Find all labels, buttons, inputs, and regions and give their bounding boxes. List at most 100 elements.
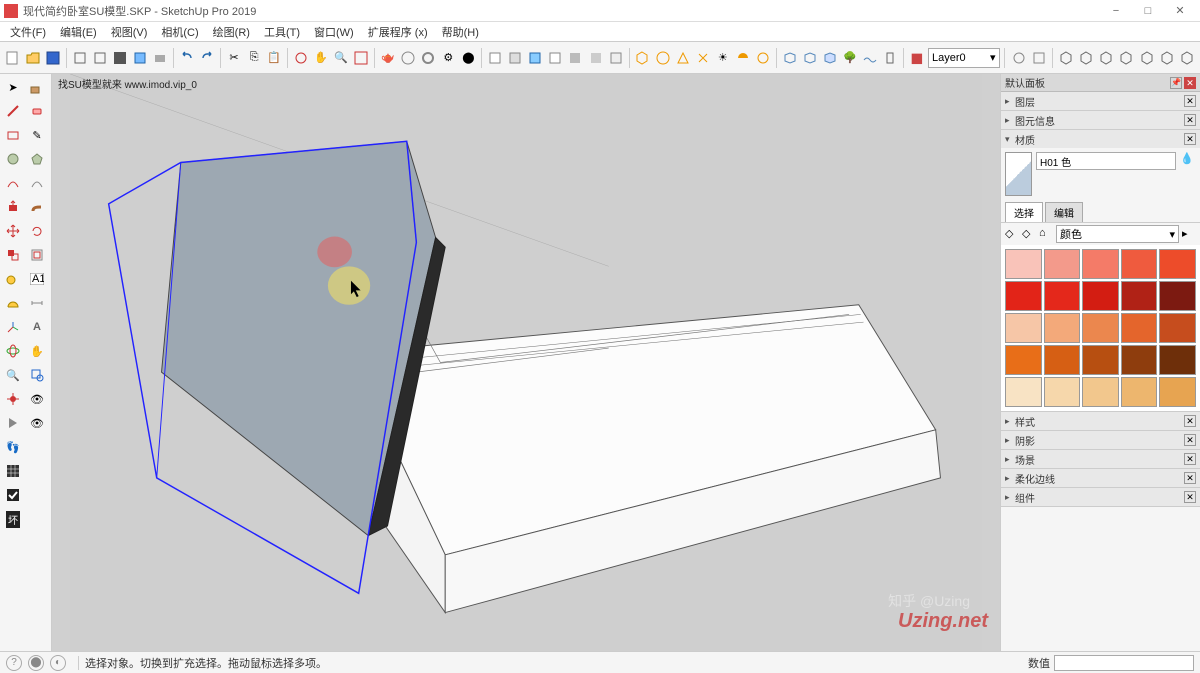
color-swatch[interactable] [1044, 249, 1081, 279]
color-swatch[interactable] [1159, 313, 1196, 343]
menu-camera[interactable]: 相机(C) [155, 22, 204, 41]
tree-icon[interactable]: 🌳 [841, 46, 859, 70]
line-icon[interactable] [2, 100, 24, 122]
close-icon[interactable]: ✕ [1184, 95, 1196, 107]
geo-icon[interactable]: ⬤ [28, 655, 44, 671]
style7-icon[interactable] [607, 46, 625, 70]
section-soften[interactable]: ▸柔化边线✕ [1001, 469, 1200, 487]
cube-icon[interactable] [71, 46, 89, 70]
panel-close-icon[interactable]: ✕ [1184, 77, 1196, 89]
section-components[interactable]: ▸组件✕ [1001, 488, 1200, 506]
style3-icon[interactable] [526, 46, 544, 70]
close-icon[interactable]: ✕ [1184, 415, 1196, 427]
value-input[interactable] [1054, 655, 1194, 671]
minimize-button[interactable]: − [1100, 1, 1132, 21]
wire2-icon[interactable] [1030, 46, 1048, 70]
pan-icon[interactable]: ✋ [312, 46, 330, 70]
style6-icon[interactable] [587, 46, 605, 70]
box2-icon[interactable] [801, 46, 819, 70]
undo-icon[interactable] [178, 46, 196, 70]
color-swatch[interactable] [1082, 377, 1119, 407]
back-icon[interactable]: ◇ [1005, 227, 1019, 241]
open-icon[interactable] [24, 46, 42, 70]
view-iso-icon[interactable] [1057, 46, 1075, 70]
orbit2-icon[interactable] [2, 340, 24, 362]
look-icon[interactable]: 👁 [26, 388, 48, 410]
color-swatch[interactable] [1121, 345, 1158, 375]
color-swatch[interactable] [1159, 377, 1196, 407]
color-swatch[interactable] [1082, 345, 1119, 375]
menu-icon[interactable]: ▸ [1182, 227, 1196, 241]
paste-icon[interactable]: 📋 [265, 46, 283, 70]
gear-icon[interactable]: ⚙ [439, 46, 457, 70]
help-icon[interactable]: ? [6, 655, 22, 671]
arc-icon[interactable] [2, 172, 24, 194]
close-icon[interactable]: ✕ [1184, 491, 1196, 503]
color-swatch[interactable] [1159, 345, 1196, 375]
style2-icon[interactable] [506, 46, 524, 70]
color-swatch[interactable] [1044, 345, 1081, 375]
shadow-icon[interactable] [734, 46, 752, 70]
color-swatch[interactable] [1005, 345, 1042, 375]
print-icon[interactable] [151, 46, 169, 70]
new-icon[interactable] [4, 46, 22, 70]
zoom2-icon[interactable]: 🔍 [2, 364, 24, 386]
pencil-icon[interactable]: ✎ [26, 124, 48, 146]
section-entityinfo[interactable]: ▸图元信息✕ [1001, 111, 1200, 129]
view-bottom-icon[interactable] [1178, 46, 1196, 70]
camera-iso-icon[interactable] [633, 46, 651, 70]
rotate-icon[interactable] [26, 220, 48, 242]
blank2-icon[interactable] [26, 460, 48, 482]
menu-file[interactable]: 文件(F) [4, 22, 52, 41]
menu-edit[interactable]: 编辑(E) [54, 22, 103, 41]
copy-icon[interactable]: ⎘ [245, 46, 263, 70]
menu-help[interactable]: 帮助(H) [436, 22, 485, 41]
footprint-icon[interactable]: 👣 [2, 436, 24, 458]
tape-icon[interactable] [2, 268, 24, 290]
color-swatch[interactable] [1044, 377, 1081, 407]
axes-icon[interactable] [2, 316, 24, 338]
panel-header[interactable]: 默认面板 📌 ✕ [1001, 74, 1200, 92]
pan2-icon[interactable]: ✋ [26, 340, 48, 362]
material-name-input[interactable] [1036, 152, 1176, 170]
walk-icon[interactable]: 👁 [26, 412, 48, 434]
view-right-icon[interactable] [1117, 46, 1135, 70]
dim-icon[interactable] [26, 292, 48, 314]
grid-icon[interactable] [111, 46, 129, 70]
color-swatch[interactable] [1121, 281, 1158, 311]
section-icon[interactable] [2, 412, 24, 434]
camera-front-icon[interactable] [674, 46, 692, 70]
redo-icon[interactable] [198, 46, 216, 70]
view-left-icon[interactable] [1158, 46, 1176, 70]
door-icon[interactable] [881, 46, 899, 70]
color-swatch[interactable] [1005, 249, 1042, 279]
viewport[interactable]: 找SU模型就来 www.imod.vip_0 知乎 @Uzing Uzing.n… [52, 74, 1000, 651]
color-swatch[interactable] [1082, 249, 1119, 279]
section-shadows[interactable]: ▸阴影✕ [1001, 431, 1200, 449]
view-back-icon[interactable] [1138, 46, 1156, 70]
color-swatch[interactable] [1082, 313, 1119, 343]
menu-window[interactable]: 窗口(W) [308, 22, 360, 41]
teapot-icon[interactable]: 🫖 [379, 46, 397, 70]
close-icon[interactable]: ✕ [1184, 133, 1196, 145]
section-materials[interactable]: ▾材质✕ [1001, 130, 1200, 148]
maximize-button[interactable]: □ [1132, 1, 1164, 21]
select-icon[interactable]: ➤ [2, 76, 24, 98]
rect-icon[interactable] [2, 124, 24, 146]
wave-icon[interactable] [861, 46, 879, 70]
component-icon[interactable] [131, 46, 149, 70]
color-swatch[interactable] [1044, 313, 1081, 343]
position-icon[interactable] [2, 388, 24, 410]
tab-select[interactable]: 选择 [1005, 202, 1043, 222]
protractor-icon[interactable] [2, 292, 24, 314]
color-swatch[interactable] [1082, 281, 1119, 311]
color-swatch[interactable] [1121, 249, 1158, 279]
view-top2-icon[interactable] [1077, 46, 1095, 70]
zoom-extents-icon[interactable] [352, 46, 370, 70]
save-icon[interactable] [44, 46, 62, 70]
bad-icon[interactable]: 坏 [2, 508, 24, 530]
color-swatch[interactable] [1005, 313, 1042, 343]
color-swatch[interactable] [1121, 377, 1158, 407]
menu-draw[interactable]: 绘图(R) [207, 22, 256, 41]
eyedropper-icon[interactable]: 💧 [1180, 152, 1196, 168]
